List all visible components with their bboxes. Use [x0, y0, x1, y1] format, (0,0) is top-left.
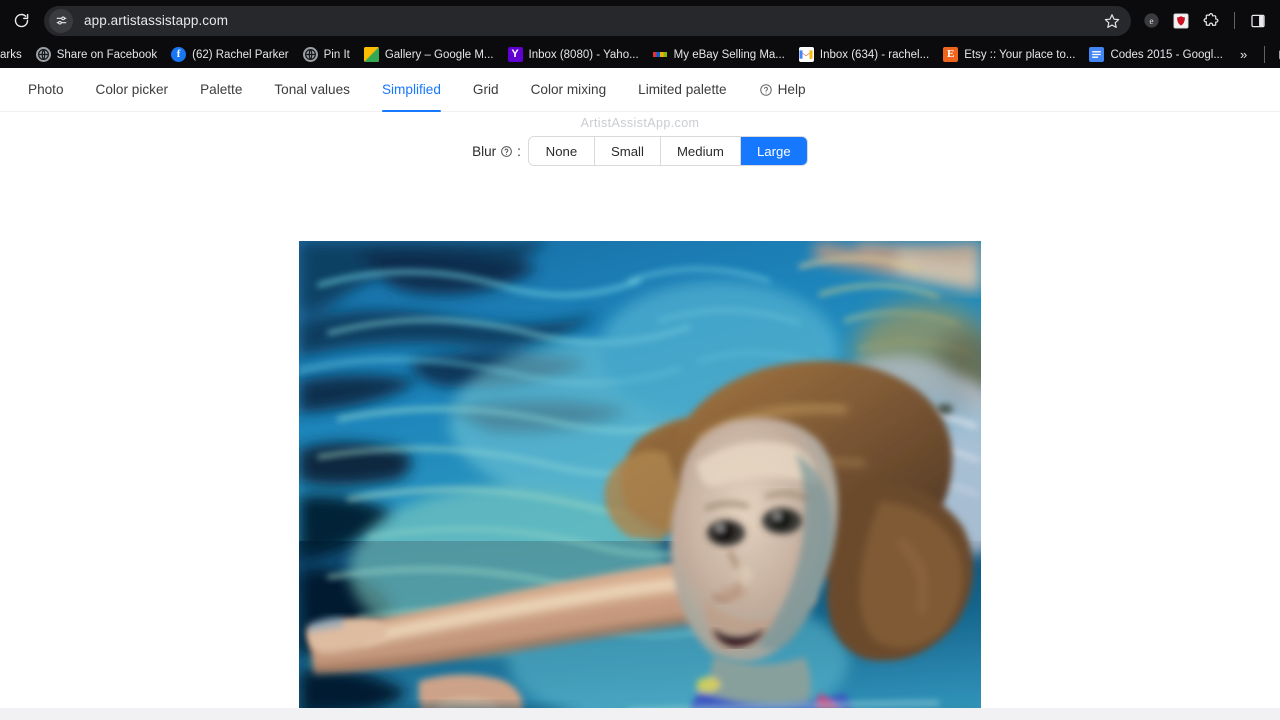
- blur-option-label: None: [545, 143, 578, 159]
- etsy-icon: E: [943, 47, 959, 62]
- browser-toolbar: app.artistassistapp.com e: [0, 0, 1280, 41]
- extensions-puzzle-icon[interactable]: [1197, 7, 1225, 35]
- question-circle-icon[interactable]: [500, 145, 513, 158]
- bookmark-label: Inbox (8080) - Yaho...: [528, 48, 639, 61]
- question-circle-icon: [759, 83, 773, 97]
- bookmark-label: (62) Rachel Parker: [192, 48, 289, 61]
- blur-control-row: Blur : None Small Medium Large: [0, 134, 1280, 168]
- blur-label-group: Blur :: [472, 144, 521, 159]
- bookmark-item[interactable]: arks: [0, 46, 29, 64]
- blur-option-label: Small: [610, 143, 644, 159]
- edge-copilot-icon[interactable]: e: [1137, 7, 1165, 35]
- tab-label: Limited palette: [638, 82, 727, 97]
- reload-icon[interactable]: [6, 6, 36, 36]
- toolbar-divider: [1234, 12, 1235, 29]
- shield-extension-icon[interactable]: [1167, 7, 1195, 35]
- watermark-text: ArtistAssistApp.com: [580, 116, 700, 130]
- tab-palette[interactable]: Palette: [184, 68, 258, 111]
- tab-label: Help: [777, 82, 806, 97]
- site-settings-icon[interactable]: [49, 8, 73, 33]
- web-page: Photo Color picker Palette Tonal values …: [0, 68, 1280, 720]
- tab-color-mixing[interactable]: Color mixing: [515, 68, 623, 111]
- url-text: app.artistassistapp.com: [84, 13, 229, 28]
- tab-grid[interactable]: Grid: [457, 68, 515, 111]
- yahoo-mail-icon: Y: [507, 47, 523, 62]
- bookmark-label: arks: [0, 48, 22, 61]
- bookmark-star-icon[interactable]: [1099, 8, 1125, 34]
- blur-option-large[interactable]: Large: [740, 137, 807, 165]
- bookmarks-bar: arks Share on Facebook f (62) Rachel Par…: [0, 41, 1280, 68]
- tab-label: Simplified: [381, 82, 441, 97]
- tab-color-picker[interactable]: Color picker: [80, 68, 185, 111]
- globe-icon: [35, 47, 51, 62]
- simplified-photo-canvas[interactable]: [299, 241, 981, 720]
- bookmark-label: Share on Facebook: [56, 48, 158, 61]
- app-tab-nav: Photo Color picker Palette Tonal values …: [0, 68, 1280, 112]
- blur-label-text: Blur: [472, 143, 497, 159]
- tab-label: Color picker: [95, 82, 169, 97]
- bookmarks-overflow-group: » All: [1230, 44, 1280, 65]
- side-panel-icon[interactable]: [1244, 7, 1272, 35]
- bookmark-label: Pin It: [323, 48, 350, 61]
- svg-text:e: e: [1149, 17, 1153, 27]
- underwater-swimmer-photo: [299, 241, 981, 720]
- blur-option-label: Medium: [676, 143, 724, 159]
- blur-option-medium[interactable]: Medium: [660, 137, 741, 165]
- blur-label-colon: :: [517, 143, 521, 159]
- tab-photo[interactable]: Photo: [12, 68, 80, 111]
- bookmarks-overflow-chevron[interactable]: »: [1230, 47, 1257, 62]
- bookmark-item-pin-it[interactable]: Pin It: [296, 44, 357, 65]
- tab-label: Tonal values: [274, 82, 350, 97]
- bookmark-item-etsy[interactable]: E Etsy :: Your place to...: [936, 44, 1082, 65]
- bookmark-label: My eBay Selling Ma...: [673, 48, 785, 61]
- tab-label: Photo: [28, 82, 64, 97]
- facebook-icon: f: [171, 47, 187, 62]
- all-bookmarks-button[interactable]: All: [1272, 44, 1280, 65]
- bookmark-item-codes-2015[interactable]: Codes 2015 - Googl...: [1082, 44, 1230, 65]
- ebay-icon: [652, 47, 668, 62]
- bookmark-label: Codes 2015 - Googl...: [1110, 48, 1223, 61]
- bookmark-item-ebay[interactable]: My eBay Selling Ma...: [646, 44, 792, 65]
- bookmark-item-rachel-parker[interactable]: f (62) Rachel Parker: [164, 44, 296, 65]
- bookmark-item-share-on-facebook[interactable]: Share on Facebook: [29, 44, 164, 65]
- globe-icon: [302, 47, 318, 62]
- page-bottom-bar: [0, 708, 1280, 720]
- google-keep-icon: [363, 47, 379, 62]
- bookmark-label: Inbox (634) - rachel...: [819, 48, 930, 61]
- toolbar-extension-group: e: [1137, 7, 1272, 35]
- tab-simplified[interactable]: Simplified: [366, 68, 457, 112]
- bookmark-item-gmail-inbox[interactable]: Inbox (634) - rachel...: [792, 44, 936, 65]
- browser-chrome: app.artistassistapp.com e arks Share on …: [0, 0, 1280, 68]
- tab-label: Palette: [200, 82, 243, 97]
- tab-tonal-values[interactable]: Tonal values: [258, 68, 366, 111]
- tab-label: Color mixing: [530, 82, 607, 97]
- blur-option-label: Large: [756, 143, 791, 159]
- tab-help[interactable]: Help: [743, 68, 822, 111]
- blur-segmented-control: None Small Medium Large: [527, 136, 808, 166]
- address-bar[interactable]: app.artistassistapp.com: [44, 5, 1131, 36]
- bookmarks-divider: [1264, 46, 1266, 63]
- blur-option-small[interactable]: Small: [594, 137, 661, 165]
- tab-label: Grid: [472, 82, 499, 97]
- bookmark-label: Gallery – Google M...: [384, 48, 494, 61]
- gmail-icon: [798, 47, 814, 62]
- blur-option-none[interactable]: None: [528, 137, 595, 165]
- google-docs-icon: [1089, 47, 1105, 62]
- bookmark-label: Etsy :: Your place to...: [964, 48, 1076, 61]
- bookmark-item-yahoo-inbox[interactable]: Y Inbox (8080) - Yaho...: [501, 44, 646, 65]
- bookmark-item-gallery-google[interactable]: Gallery – Google M...: [357, 44, 501, 65]
- tab-limited-palette[interactable]: Limited palette: [622, 68, 742, 111]
